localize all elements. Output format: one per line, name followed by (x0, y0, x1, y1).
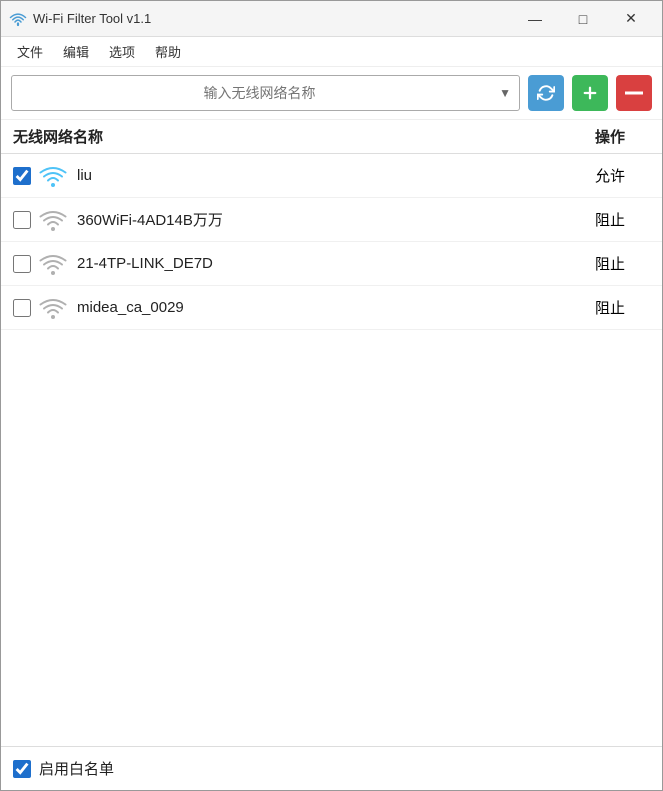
add-button[interactable] (572, 75, 608, 111)
row-checkbox[interactable] (13, 167, 31, 185)
menu-edit[interactable]: 编辑 (53, 38, 99, 65)
combo-arrow-icon[interactable]: ▼ (499, 86, 511, 100)
whitelist-checkbox[interactable] (13, 760, 31, 778)
row-action: 阻止 (570, 209, 650, 230)
row-checkbox[interactable] (13, 299, 31, 317)
main-window: Wi-Fi Filter Tool v1.1 — □ ✕ 文件 编辑 选项 帮助… (0, 0, 663, 791)
remove-icon (625, 90, 643, 96)
row-ssid: 21-4TP-LINK_DE7D (77, 255, 570, 272)
menu-options[interactable]: 选项 (99, 38, 145, 65)
close-button[interactable]: ✕ (608, 4, 654, 34)
footer: 启用白名单 (1, 746, 662, 790)
col-header-name: 无线网络名称 (13, 126, 570, 147)
wifi-icon (39, 209, 67, 231)
menu-file[interactable]: 文件 (7, 38, 53, 65)
row-action: 阻止 (570, 253, 650, 274)
wifi-icon (39, 165, 67, 187)
col-header-action: 操作 (570, 126, 650, 147)
row-ssid: liu (77, 167, 570, 184)
whitelist-label[interactable]: 启用白名单 (39, 758, 114, 779)
refresh-button[interactable] (528, 75, 564, 111)
search-combobox[interactable]: ▼ (11, 75, 520, 111)
search-input[interactable] (20, 85, 499, 101)
table-row: 21-4TP-LINK_DE7D阻止 (1, 242, 662, 286)
menu-help[interactable]: 帮助 (145, 38, 191, 65)
table-row: liu允许 (1, 154, 662, 198)
row-checkbox[interactable] (13, 211, 31, 229)
app-icon (9, 10, 27, 28)
row-ssid: midea_ca_0029 (77, 299, 570, 316)
add-icon (581, 84, 599, 102)
window-controls: — □ ✕ (512, 4, 654, 34)
table-header: 无线网络名称 操作 (1, 120, 662, 154)
table-body: liu允许 360WiFi-4AD14B万万阻止 21-4TP-LINK_DE7… (1, 154, 662, 746)
row-action: 阻止 (570, 297, 650, 318)
row-action: 允许 (570, 165, 650, 186)
refresh-icon (537, 84, 555, 102)
maximize-button[interactable]: □ (560, 4, 606, 34)
table-row: 360WiFi-4AD14B万万阻止 (1, 198, 662, 242)
window-title: Wi-Fi Filter Tool v1.1 (33, 11, 512, 26)
title-bar: Wi-Fi Filter Tool v1.1 — □ ✕ (1, 1, 662, 37)
remove-button[interactable] (616, 75, 652, 111)
row-checkbox[interactable] (13, 255, 31, 273)
wifi-icon (39, 253, 67, 275)
menu-bar: 文件 编辑 选项 帮助 (1, 37, 662, 67)
toolbar: ▼ (1, 67, 662, 120)
wifi-icon (39, 297, 67, 319)
table-row: midea_ca_0029阻止 (1, 286, 662, 330)
row-ssid: 360WiFi-4AD14B万万 (77, 209, 570, 230)
minimize-button[interactable]: — (512, 4, 558, 34)
